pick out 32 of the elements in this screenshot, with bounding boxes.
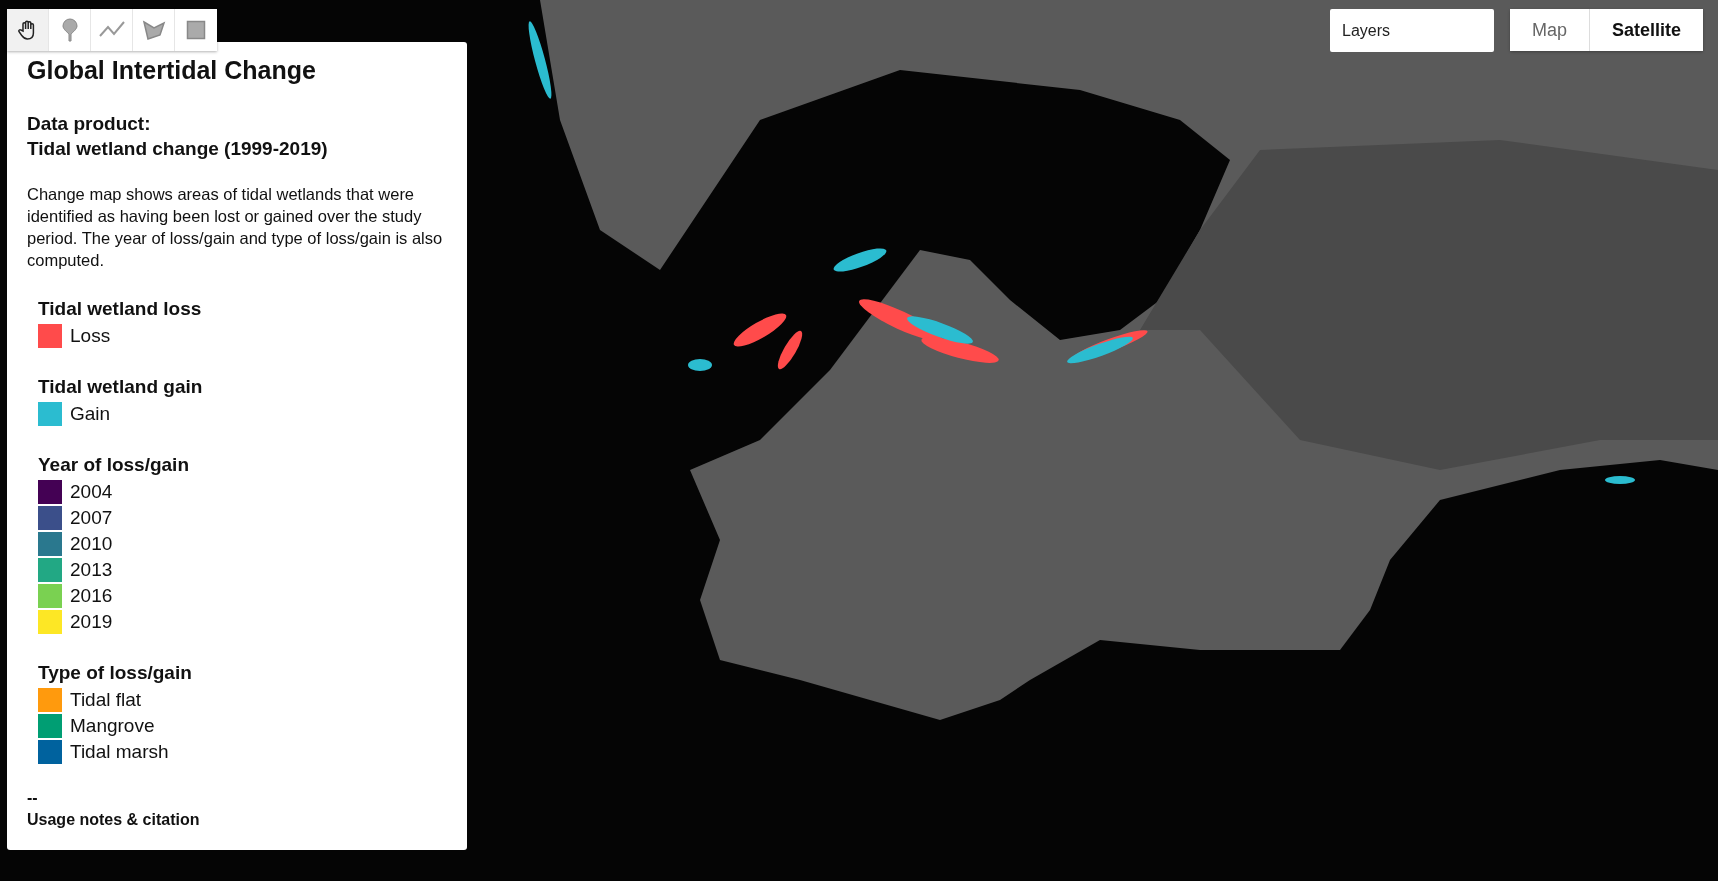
- map-type-tab[interactable]: Satellite: [1589, 9, 1704, 51]
- gain-patch: [833, 248, 887, 272]
- gain-patch: [907, 316, 973, 344]
- legend-label: 2019: [70, 611, 113, 633]
- legend-label: Tidal marsh: [70, 741, 169, 763]
- legend-label: Mangrove: [70, 715, 155, 737]
- legend-heading: Year of loss/gain: [38, 453, 190, 477]
- legend-heading: Tidal wetland loss: [38, 297, 203, 321]
- gain-patch: [1067, 336, 1133, 364]
- panel-subtitle: Data product:: [27, 112, 152, 136]
- legend-label: 2010: [70, 533, 113, 555]
- legend-label: 2007: [70, 507, 113, 529]
- legend-label: Tidal flat: [70, 689, 142, 711]
- marker-icon: [60, 18, 79, 42]
- legend-heading: Type of loss/gain: [38, 661, 193, 685]
- separator-text: --: [27, 789, 39, 807]
- legend-heading: Tidal wetland gain: [38, 375, 204, 399]
- panel-subtitle: Tidal wetland change (1999-2019): [27, 137, 329, 161]
- legend-label: 2004: [70, 481, 113, 503]
- legend-label: 2013: [70, 559, 113, 581]
- panel-title: Global Intertidal Change: [27, 56, 317, 85]
- usage-notes-link[interactable]: Usage notes & citation: [27, 811, 200, 829]
- layers-button[interactable]: Layers: [1330, 9, 1494, 52]
- gain-patch: [1605, 476, 1635, 484]
- map-type-tab[interactable]: Map: [1510, 9, 1589, 51]
- legend-label: Gain: [70, 403, 111, 425]
- drawing-tool-button[interactable]: [7, 9, 49, 51]
- description-text: Change map shows areas of tidal wetlands that were identified as having been lost or gained over the study period. The year of loss/gain and type of loss/gain is also computed.: [27, 184, 444, 271]
- gain-patch: [688, 359, 712, 371]
- legend-label: Loss: [70, 325, 111, 347]
- legend-label: 2016: [70, 585, 113, 607]
- rectangle-icon: [186, 20, 206, 40]
